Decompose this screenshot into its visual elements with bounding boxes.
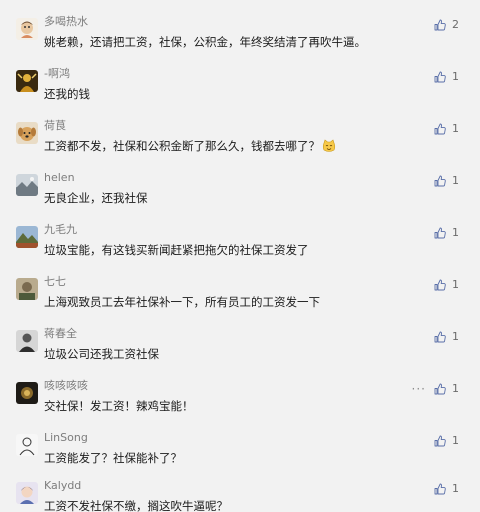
like-count: 1 bbox=[452, 226, 459, 239]
like-count: 2 bbox=[452, 18, 459, 31]
like-button[interactable]: 1 bbox=[434, 481, 460, 497]
comment-item: helen 无良企业，还我社保 1 bbox=[0, 170, 480, 222]
golden-figure-avatar-icon[interactable] bbox=[16, 70, 38, 92]
comment-item: Kalydd 工资不发社保不缴，搁这吹牛逼呢？ 1 bbox=[0, 478, 480, 512]
comment-text: 上海观致员工去年社保补一下，所有员工的工资发一下 bbox=[44, 295, 320, 309]
comment-list: 多喝热水 姚老赖，还请把工资，社保，公积金，年终奖结清了再吹牛逼。 2 -啊鸿 … bbox=[0, 0, 480, 512]
comment-nickname: 蒋春全 bbox=[44, 327, 77, 340]
cat-face-emoji-icon bbox=[322, 139, 336, 152]
comment-text: 工资能发了？社保能补了？ bbox=[44, 451, 182, 465]
thumbs-up-icon bbox=[434, 483, 446, 495]
comment-item: 多喝热水 姚老赖，还请把工资，社保，公积金，年终奖结清了再吹牛逼。 2 bbox=[0, 14, 480, 66]
more-options-button[interactable]: ··· bbox=[412, 381, 426, 397]
comment-text: 工资都不发，社保和公积金断了那么久，钱都去哪了？ bbox=[44, 139, 320, 153]
sketch-person-avatar-icon[interactable] bbox=[16, 434, 38, 456]
comment-text: 交社保！发工资！辣鸡宝能！ bbox=[44, 399, 194, 413]
like-count: 1 bbox=[452, 174, 459, 187]
dog-avatar-icon[interactable] bbox=[16, 122, 38, 144]
thumbs-up-icon bbox=[434, 71, 446, 83]
comment-text: 工资不发社保不缴，搁这吹牛逼呢？ bbox=[44, 499, 228, 512]
comment-nickname: helen bbox=[44, 171, 75, 184]
like-count: 1 bbox=[452, 482, 459, 495]
comment-nickname: 七七 bbox=[44, 275, 66, 288]
cartoon-avatar-icon[interactable] bbox=[16, 18, 38, 40]
like-count: 1 bbox=[452, 122, 459, 135]
comment-content: 工资都不发，社保和公积金断了那么久，钱都去哪了？ bbox=[44, 138, 336, 154]
comment-content: 无良企业，还我社保 bbox=[44, 190, 148, 206]
mountain-avatar-icon[interactable] bbox=[16, 226, 38, 248]
comment-item: LinSong 工资能发了？社保能补了？ 1 bbox=[0, 430, 480, 482]
anime-avatar-icon[interactable] bbox=[16, 482, 38, 504]
like-count: 1 bbox=[452, 278, 459, 291]
portrait-avatar-icon[interactable] bbox=[16, 330, 38, 352]
like-count: 1 bbox=[452, 70, 459, 83]
thumbs-up-icon bbox=[434, 279, 446, 291]
like-button[interactable]: 2 bbox=[434, 17, 460, 33]
landscape-avatar-icon[interactable] bbox=[16, 174, 38, 196]
thumbs-up-icon bbox=[434, 227, 446, 239]
like-button[interactable]: 1 bbox=[434, 329, 460, 345]
comment-item: 九毛九 垃圾宝能，有这钱买新闻赶紧把拖欠的社保工资发了 1 bbox=[0, 222, 480, 274]
comment-nickname: 多喝热水 bbox=[44, 15, 88, 28]
comment-content: 工资能发了？社保能补了？ bbox=[44, 450, 182, 466]
comment-text: 垃圾宝能，有这钱买新闻赶紧把拖欠的社保工资发了 bbox=[44, 243, 309, 257]
comment-item: 咳咳咳咳 交社保！发工资！辣鸡宝能！ ··· 1 bbox=[0, 378, 480, 430]
photo-avatar-icon[interactable] bbox=[16, 278, 38, 300]
thumbs-up-icon bbox=[434, 123, 446, 135]
thumbs-up-icon bbox=[434, 435, 446, 447]
comment-item: 七七 上海观致员工去年社保补一下，所有员工的工资发一下 1 bbox=[0, 274, 480, 326]
comment-text: 姚老赖，还请把工资，社保，公积金，年终奖结清了再吹牛逼。 bbox=[44, 35, 366, 49]
comment-text: 还我的钱 bbox=[44, 87, 90, 101]
like-count: 1 bbox=[452, 434, 459, 447]
thumbs-up-icon bbox=[434, 383, 446, 395]
comment-text: 无良企业，还我社保 bbox=[44, 191, 148, 205]
like-button[interactable]: 1 bbox=[434, 277, 460, 293]
comment-nickname: Kalydd bbox=[44, 479, 82, 492]
like-button[interactable]: 1 bbox=[434, 69, 460, 85]
comment-nickname: 九毛九 bbox=[44, 223, 77, 236]
comment-nickname: 咳咳咳咳 bbox=[44, 379, 88, 392]
comment-text: 垃圾公司还我工资社保 bbox=[44, 347, 159, 361]
comment-content: 姚老赖，还请把工资，社保，公积金，年终奖结清了再吹牛逼。 bbox=[44, 34, 366, 50]
comment-content: 还我的钱 bbox=[44, 86, 90, 102]
dark-scene-avatar-icon[interactable] bbox=[16, 382, 38, 404]
comment-content: 垃圾宝能，有这钱买新闻赶紧把拖欠的社保工资发了 bbox=[44, 242, 309, 258]
comment-content: 垃圾公司还我工资社保 bbox=[44, 346, 159, 362]
like-count: 1 bbox=[452, 382, 459, 395]
comment-content: 工资不发社保不缴，搁这吹牛逼呢？ bbox=[44, 498, 228, 512]
comment-content: 上海观致员工去年社保补一下，所有员工的工资发一下 bbox=[44, 294, 320, 310]
thumbs-up-icon bbox=[434, 175, 446, 187]
comment-nickname: LinSong bbox=[44, 431, 88, 444]
comment-nickname: -啊鸿 bbox=[44, 67, 70, 80]
thumbs-up-icon bbox=[434, 19, 446, 31]
like-button[interactable]: 1 bbox=[434, 225, 460, 241]
like-button[interactable]: 1 bbox=[434, 381, 460, 397]
thumbs-up-icon bbox=[434, 331, 446, 343]
like-button[interactable]: 1 bbox=[434, 433, 460, 449]
comment-content: 交社保！发工资！辣鸡宝能！ bbox=[44, 398, 194, 414]
comment-item: -啊鸿 还我的钱 1 bbox=[0, 66, 480, 118]
like-button[interactable]: 1 bbox=[434, 121, 460, 137]
comment-nickname: 荷茛 bbox=[44, 119, 66, 132]
comment-item: 荷茛 工资都不发，社保和公积金断了那么久，钱都去哪了？ 1 bbox=[0, 118, 480, 170]
comment-item: 蒋春全 垃圾公司还我工资社保 1 bbox=[0, 326, 480, 378]
like-count: 1 bbox=[452, 330, 459, 343]
like-button[interactable]: 1 bbox=[434, 173, 460, 189]
